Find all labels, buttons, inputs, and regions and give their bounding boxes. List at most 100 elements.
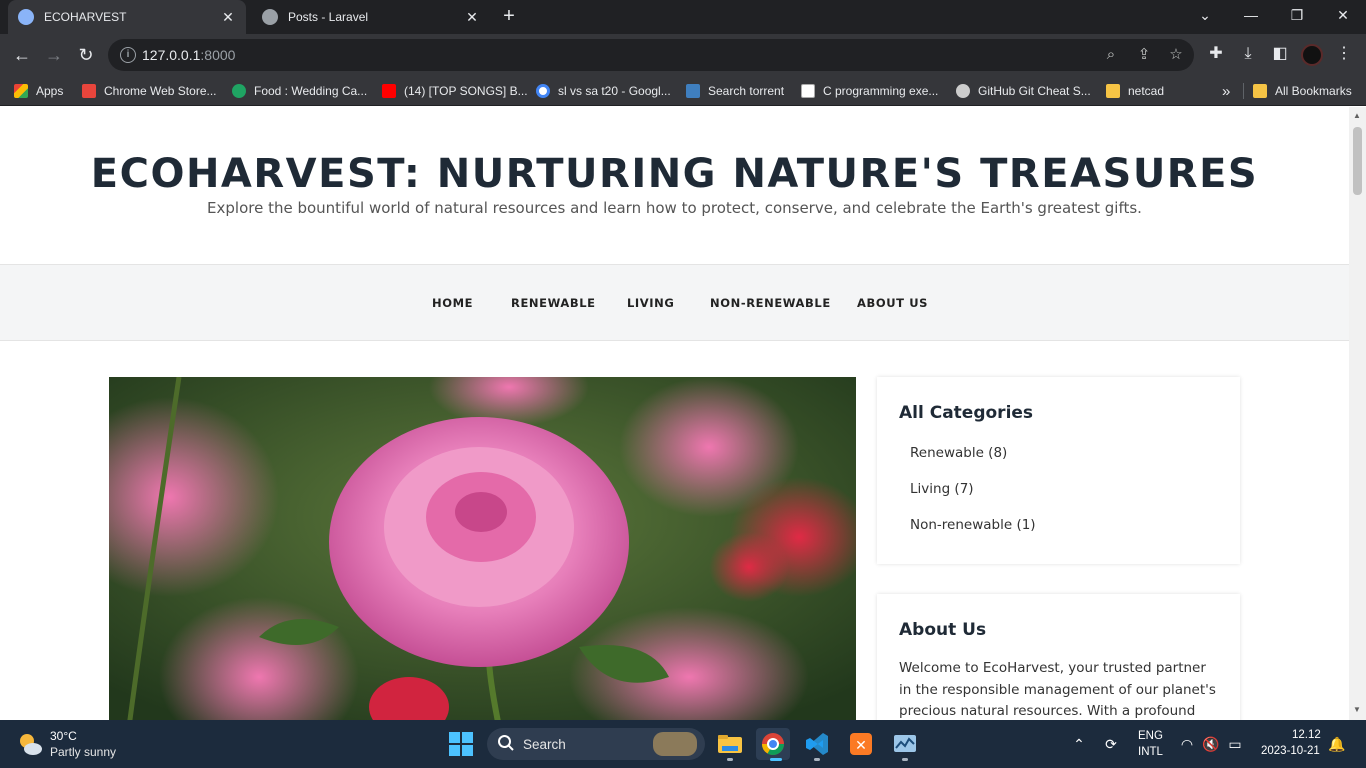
nav-about-us[interactable]: ABOUT US [857,296,928,310]
forward-arrow-icon[interactable]: → [42,43,66,67]
nav-living[interactable]: LIVING [627,296,674,310]
minimize-button[interactable]: — [1228,0,1274,30]
folder-icon [1106,84,1120,98]
about-us-widget: About Us Welcome to EcoHarvest, your tru… [877,594,1240,720]
profile-avatar[interactable] [1301,44,1323,66]
zoom-icon[interactable]: ⌕ [1101,45,1121,65]
all-bookmarks-label: All Bookmarks [1275,84,1352,98]
windows-start-icon[interactable] [449,732,473,756]
scroll-down-arrow-icon[interactable]: ▼ [1353,705,1361,714]
running-indicator [902,758,908,761]
main-navigation: HOME RENEWABLE LIVING NON-RENEWABLE ABOU… [0,264,1349,341]
category-non-renewable[interactable]: Non-renewable (1) [910,517,1036,533]
torrent-icon [686,84,700,98]
battery-icon[interactable]: ▭ [1225,734,1245,754]
reload-icon[interactable]: ↻ [74,43,98,67]
search-highlight-icon [653,732,697,756]
restore-button[interactable]: ❐ [1274,0,1320,30]
wifi-icon[interactable]: ◠ [1177,734,1197,754]
side-panel-icon[interactable]: ◧ [1269,43,1291,65]
svg-text:✕: ✕ [855,738,867,754]
close-tab-icon[interactable]: ✕ [220,9,236,26]
address-bar[interactable]: i 127.0.0.1:8000 ⌕ ⇪ ☆ [108,39,1194,71]
site-info-icon[interactable]: i [120,47,136,63]
bookmark-label: Search torrent [708,84,785,98]
all-bookmarks-button[interactable]: All Bookmarks [1253,82,1352,100]
tab-ecoharvest[interactable]: ECOHARVEST ✕ [8,0,246,34]
scrollbar-thumb[interactable] [1353,127,1362,195]
bookmark-food-wedding[interactable]: Food : Wedding Ca... [232,82,367,100]
weather-description[interactable]: Partly sunny [50,745,116,759]
food-site-icon [232,84,246,98]
bookmark-search-torrent[interactable]: Search torrent [686,82,784,100]
github-icon [956,84,970,98]
clock-time[interactable]: 12.12 [1292,729,1321,741]
rose-photo-illustration [109,377,856,720]
category-renewable[interactable]: Renewable (8) [910,445,1007,461]
share-icon[interactable]: ⇪ [1134,45,1154,65]
new-tab-button[interactable]: + [498,5,520,27]
xampp-icon[interactable]: ✕ [844,728,878,760]
url-port: :8000 [200,47,236,63]
categories-heading: All Categories [899,403,1034,423]
bookmark-chrome-web-store[interactable]: Chrome Web Store... [82,82,217,100]
taskbar-search-box[interactable]: Search [487,728,705,760]
more-menu-icon[interactable]: ⋮ [1333,43,1355,65]
category-living[interactable]: Living (7) [910,481,974,497]
hero-image-pink-roses[interactable] [109,377,856,720]
input-layout[interactable]: INTL [1138,746,1163,758]
scroll-up-arrow-icon[interactable]: ▲ [1353,111,1361,120]
bookmarks-overflow-icon[interactable]: » [1222,82,1230,100]
google-icon [536,84,550,98]
bookmark-label: GitHub Git Cheat S... [978,84,1091,98]
browser-toolbar: ← → ↻ i 127.0.0.1:8000 ⌕ ⇪ ☆ [0,34,1366,76]
tab-title: ECOHARVEST [44,10,127,24]
close-window-button[interactable]: ✕ [1320,0,1366,30]
bookmark-label: C programming exe... [823,84,939,98]
categories-widget: All Categories Renewable (8) Living (7) … [877,377,1240,564]
weather-partly-sunny-icon[interactable] [16,730,44,758]
nav-home[interactable]: HOME [432,296,473,310]
youtube-icon [382,84,396,98]
weather-temperature[interactable]: 30°C [50,729,77,743]
url-text[interactable]: 127.0.0.1:8000 [142,47,235,63]
bookmark-label: Food : Wedding Ca... [254,84,368,98]
page-viewport: ECOHARVEST: NURTURING NATURE'S TREASURES… [0,107,1349,720]
volume-muted-icon[interactable]: 🔇 [1201,734,1221,754]
bookmark-apps[interactable]: Apps [14,82,63,100]
chrome-icon[interactable] [756,728,790,760]
site-tagline: Explore the bountiful world of natural r… [207,199,1142,217]
extensions-icon[interactable]: ✚ [1205,43,1227,65]
nav-non-renewable[interactable]: NON-RENEWABLE [710,296,831,310]
close-tab-icon[interactable]: ✕ [464,9,480,26]
nav-renewable[interactable]: RENEWABLE [511,296,596,310]
back-arrow-icon[interactable]: ← [10,43,34,67]
windows-taskbar: 30°C Partly sunny Search ✕ ⌃ ⟳ ENG INTL … [0,720,1366,768]
tab-search-chevron-icon[interactable]: ⌄ [1182,0,1228,30]
bookmark-github-cheat-sheet[interactable]: GitHub Git Cheat S... [956,82,1091,100]
sync-icon[interactable]: ⟳ [1101,734,1121,754]
input-language[interactable]: ENG [1138,730,1163,742]
bookmark-top-songs[interactable]: (14) [TOP SONGS] B... [382,82,528,100]
download-icon[interactable]: ⤓ [1237,43,1259,65]
file-explorer-icon[interactable] [713,728,747,760]
search-label: Search [523,737,566,752]
site-title: ECOHARVEST: NURTURING NATURE'S TREASURES [90,151,1259,197]
page-scrollbar[interactable]: ▲ ▼ [1349,107,1366,720]
resource-monitor-icon[interactable] [888,728,922,760]
about-us-text: Welcome to EcoHarvest, your trusted part… [899,660,1216,719]
bookmark-c-programming[interactable]: C programming exe... [801,82,938,100]
bookmark-label: Chrome Web Store... [104,84,217,98]
running-indicator [814,758,820,761]
notification-bell-icon[interactable]: 🔔 [1327,734,1347,754]
bookmark-star-icon[interactable]: ☆ [1166,45,1186,65]
bookmark-netcad[interactable]: netcad [1106,82,1164,100]
tab-title: Posts - Laravel [288,10,369,24]
bookmark-sl-vs-sa[interactable]: sl vs sa t20 - Googl... [536,82,671,100]
clock-date[interactable]: 2023-10-21 [1261,745,1320,757]
show-hidden-icons-chevron-icon[interactable]: ⌃ [1069,734,1089,754]
tab-posts-laravel[interactable]: Posts - Laravel ✕ [252,0,490,34]
bookmark-label: (14) [TOP SONGS] B... [404,84,528,98]
chrome-web-store-icon [82,84,96,98]
vscode-icon[interactable] [800,728,834,760]
